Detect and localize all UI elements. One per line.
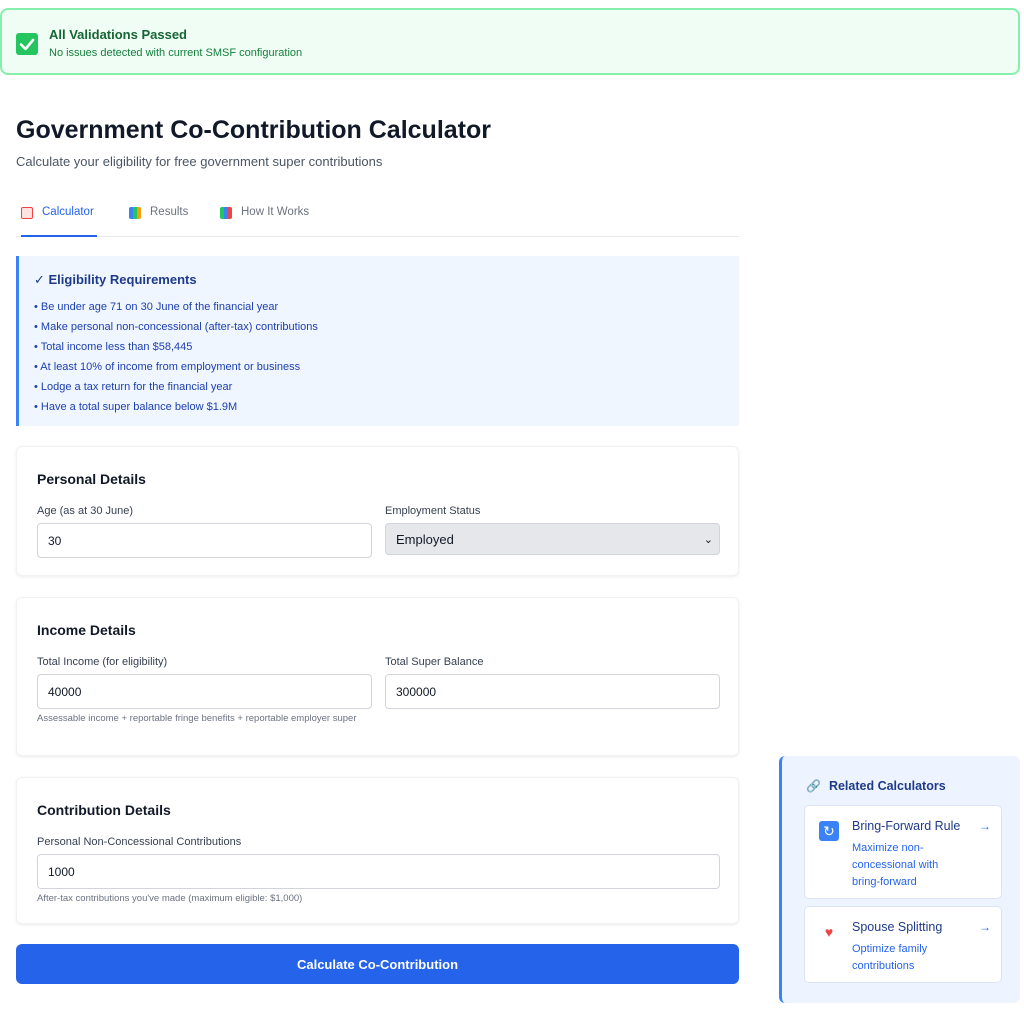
- calculate-button[interactable]: Calculate Co-Contribution: [16, 944, 739, 984]
- page-subtitle: Calculate your eligibility for free gove…: [16, 154, 383, 169]
- tab-how-it-works[interactable]: How It Works: [220, 198, 309, 237]
- personal-details-title: Personal Details: [37, 471, 146, 487]
- related-item-desc: Optimize family contributions: [852, 943, 928, 972]
- link-icon: 🔗: [806, 779, 821, 793]
- eligibility-requirements: ✓ Eligibility Requirements • Be under ag…: [16, 256, 739, 426]
- books-icon: [220, 207, 232, 219]
- ncc-label: Personal Non-Concessional Contributions: [37, 836, 242, 848]
- related-item-bring-forward[interactable]: ↻ Bring-Forward Rule Maximize non-conces…: [804, 805, 1002, 899]
- tab-results[interactable]: Results: [129, 198, 188, 237]
- banner-subtitle: No issues detected with current SMSF con…: [49, 47, 303, 59]
- refresh-icon: ↻: [819, 821, 839, 841]
- employment-status-label: Employment Status: [385, 505, 481, 517]
- eligibility-title: ✓ Eligibility Requirements: [34, 272, 197, 287]
- super-balance-input[interactable]: [385, 674, 720, 709]
- tab-how-it-works-label: How It Works: [241, 206, 310, 218]
- related-calculators: 🔗 Related Calculators ↻ Bring-Forward Ru…: [779, 756, 1020, 1003]
- couple-heart-icon: ♥: [824, 924, 834, 940]
- related-item-spouse-splitting[interactable]: ♥ Spouse Splitting Optimize family contr…: [804, 906, 1002, 983]
- abacus-icon: [21, 207, 33, 219]
- validation-banner: All Validations Passed No issues detecte…: [0, 8, 1020, 75]
- total-income-hint: Assessable income + reportable fringe be…: [37, 713, 357, 724]
- employment-status-value: Employed: [396, 532, 454, 547]
- total-income-label: Total Income (for eligibility): [37, 656, 168, 668]
- arrow-right-icon: →: [979, 819, 991, 833]
- personal-details-card: Personal Details Age (as at 30 June) Emp…: [16, 446, 739, 576]
- contribution-details-card: Contribution Details Personal Non-Conces…: [16, 777, 739, 924]
- tab-results-label: Results: [150, 206, 189, 218]
- income-details-title: Income Details: [37, 622, 136, 638]
- tab-calculator-label: Calculator: [42, 206, 94, 218]
- eligibility-item: • Lodge a tax return for the financial y…: [34, 381, 233, 393]
- related-item-desc: Maximize non-concessional with bring-for…: [852, 842, 939, 888]
- employment-status-select[interactable]: Employed ⌄: [385, 523, 720, 555]
- tab-bar: Calculator Results How It Works: [16, 198, 739, 237]
- super-balance-label: Total Super Balance: [385, 656, 484, 668]
- total-income-input[interactable]: [37, 674, 372, 709]
- tab-calculator[interactable]: Calculator: [21, 198, 97, 237]
- related-calculators-title: 🔗 Related Calculators: [806, 779, 946, 793]
- arrow-right-icon: →: [979, 920, 991, 934]
- income-details-card: Income Details Total Income (for eligibi…: [16, 597, 739, 756]
- ncc-input[interactable]: [37, 854, 720, 889]
- bar-chart-icon: [129, 207, 141, 219]
- related-calculators-label: Related Calculators: [828, 779, 946, 793]
- eligibility-item: • Total income less than $58,445: [34, 341, 193, 353]
- related-item-name: Bring-Forward Rule: [852, 819, 961, 833]
- banner-title: All Validations Passed: [49, 27, 187, 42]
- page-title: Government Co-Contribution Calculator: [16, 116, 491, 144]
- eligibility-item: • Make personal non-concessional (after-…: [34, 321, 318, 333]
- eligibility-item: • Be under age 71 on 30 June of the fina…: [34, 301, 279, 313]
- age-label: Age (as at 30 June): [37, 505, 134, 517]
- check-icon: [16, 33, 38, 55]
- contribution-details-title: Contribution Details: [37, 802, 171, 818]
- ncc-hint: After-tax contributions you've made (max…: [37, 893, 303, 904]
- eligibility-item: • Have a total super balance below $1.9M: [34, 401, 238, 413]
- eligibility-item: • At least 10% of income from employment…: [34, 361, 301, 373]
- related-item-name: Spouse Splitting: [852, 920, 943, 934]
- age-input[interactable]: [37, 523, 372, 558]
- chevron-down-icon: ⌄: [703, 534, 713, 546]
